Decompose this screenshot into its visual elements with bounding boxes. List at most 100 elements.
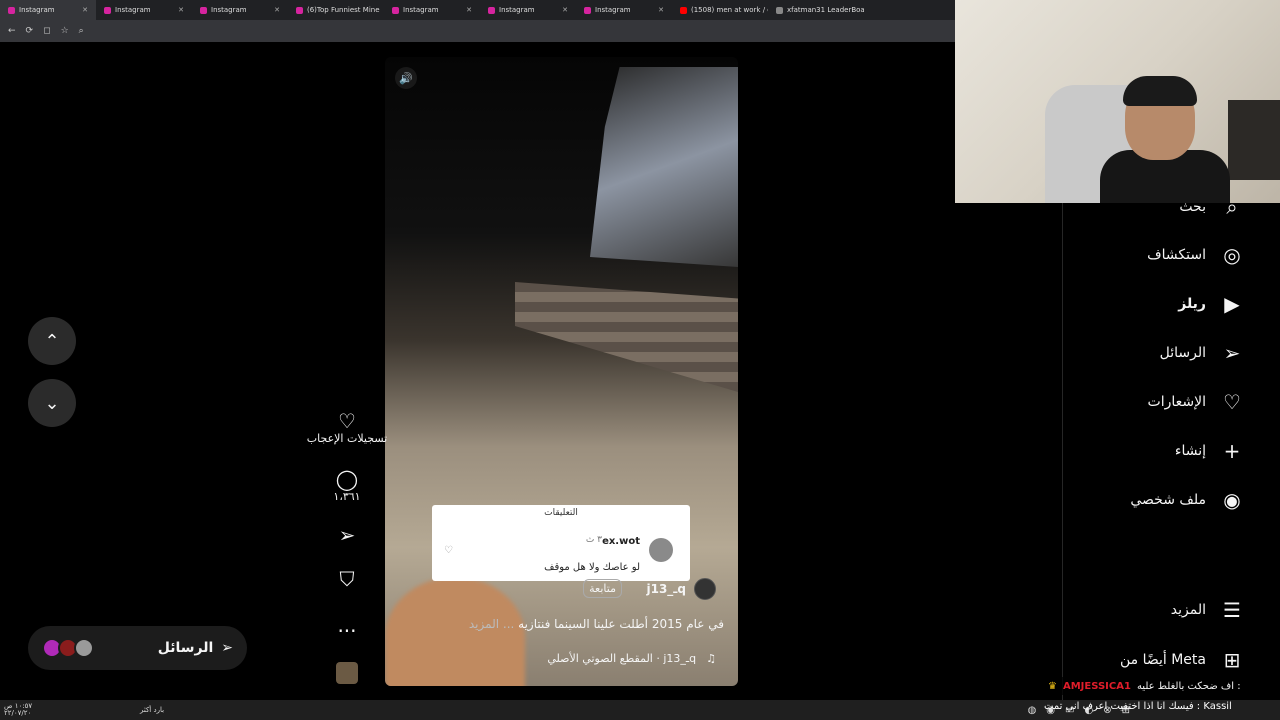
previous-reel-button[interactable]: ⌃ bbox=[28, 317, 76, 365]
close-icon[interactable]: ✕ bbox=[82, 6, 88, 14]
send-icon: ➢ bbox=[1223, 341, 1241, 365]
reload-icon[interactable]: ⟳ bbox=[26, 26, 34, 36]
sidebar-item-label: ملف شخصي bbox=[1130, 492, 1206, 508]
sidebar-item-search[interactable]: بحث ⌕ bbox=[1179, 195, 1244, 219]
follow-button[interactable]: متابعة bbox=[583, 579, 622, 598]
music-icon: ♫ bbox=[706, 652, 716, 665]
stream-chat-message: ♛ AMJESSICA1 اف ضحكت بالغلط عليه : bbox=[1044, 677, 1280, 695]
browser-tab[interactable]: Instagram ✕ bbox=[192, 0, 288, 20]
tab-label: Instagram bbox=[499, 6, 535, 14]
instagram-icon bbox=[584, 6, 591, 14]
sidebar-item-label: استكشاف bbox=[1147, 247, 1206, 263]
tab-label: (6)Top Funniest Mine bbox=[307, 6, 380, 14]
avatar[interactable] bbox=[649, 538, 673, 562]
browser-tab[interactable]: Instagram ✕ bbox=[480, 0, 576, 20]
search-icon: ⌕ bbox=[1226, 195, 1238, 219]
sidebar-item-reels[interactable]: ريلز ▶ bbox=[1178, 292, 1244, 316]
like-action[interactable]: ♡ تسجيلات الإعجاب bbox=[305, 410, 389, 445]
sidebar-item-label: الرسائل bbox=[1159, 345, 1206, 361]
sound-icon[interactable]: 🔊 bbox=[395, 67, 417, 89]
shelf bbox=[1228, 100, 1280, 180]
comment-username[interactable]: ex.wot bbox=[602, 536, 640, 547]
more-action[interactable]: ... bbox=[305, 614, 389, 636]
heart-icon[interactable]: ♡ bbox=[305, 410, 389, 432]
instagram-icon bbox=[8, 6, 15, 14]
chat-username: AMJESSICA1 bbox=[1062, 680, 1131, 692]
youtube-icon bbox=[680, 6, 687, 14]
back-icon[interactable]: ← bbox=[8, 26, 16, 36]
compass-icon: ◎ bbox=[1223, 243, 1241, 267]
close-icon[interactable]: ✕ bbox=[658, 6, 664, 14]
audio-thumbnail[interactable] bbox=[336, 662, 358, 684]
caption[interactable]: في عام 2015 أطلت علينا السينما فنتازيه .… bbox=[469, 617, 724, 631]
sidebar-item-label: أيضًا من Meta bbox=[1119, 652, 1206, 668]
browser-tab[interactable]: (6)Top Funniest Mine✕ bbox=[288, 0, 384, 20]
close-icon[interactable]: ✕ bbox=[178, 6, 184, 14]
chrome-icon[interactable]: ◍ bbox=[1028, 705, 1037, 716]
extensions-icon[interactable]: ◻ bbox=[43, 26, 50, 36]
browser-tab[interactable]: (1508) men at work / c✕ bbox=[672, 0, 768, 20]
chevron-down-icon: ⌄ bbox=[44, 392, 60, 414]
caption-more[interactable]: ... المزيد bbox=[469, 617, 514, 631]
site-icon bbox=[776, 6, 783, 14]
chevron-up-icon: ⌃ bbox=[44, 330, 60, 352]
zoom-icon[interactable]: ⌕ bbox=[79, 26, 84, 36]
tab-label: (1508) men at work / c bbox=[691, 6, 768, 14]
author-avatar[interactable] bbox=[694, 578, 716, 600]
sidebar-item-messages[interactable]: الرسائل ➢ bbox=[1160, 341, 1244, 365]
weather-widget[interactable]: بارد أكثر bbox=[140, 706, 164, 714]
clock-date: ٢٢/٠٧/٢٠ bbox=[4, 709, 32, 717]
more-icon[interactable]: ... bbox=[305, 614, 389, 636]
bookmark-icon[interactable]: ⛉ bbox=[305, 568, 389, 590]
browser-tab[interactable]: Instagram ✕ bbox=[576, 0, 672, 20]
messages-bar[interactable]: الرسائل ➢ bbox=[28, 626, 247, 670]
send-icon[interactable]: ➢ bbox=[305, 524, 389, 546]
sidebar-item-label: المزيد bbox=[1170, 602, 1206, 618]
video-steps bbox=[515, 282, 738, 392]
menu-icon: ☰ bbox=[1223, 598, 1241, 622]
send-icon: ➢ bbox=[221, 640, 233, 656]
star-icon[interactable]: ☆ bbox=[61, 26, 69, 36]
tab-label: Instagram bbox=[595, 6, 631, 14]
next-reel-button[interactable]: ⌄ bbox=[28, 379, 76, 427]
comment-time: ٣ ث bbox=[585, 535, 602, 545]
browser-toolbar: ← ⟳ ◻ ☆ ⌕ bbox=[0, 20, 955, 42]
share-action[interactable]: ➢ bbox=[305, 524, 389, 546]
comment-action[interactable]: ◯ ١،٣٦١ bbox=[305, 468, 389, 503]
instagram-sidebar: بحث ⌕ استكشاف ◎ ريلز ▶ الرسائل ➢ الإشعارات ♡ … bbox=[1062, 195, 1280, 700]
chat-text: اف ضحكت بالغلط عليه : bbox=[1136, 680, 1241, 692]
sidebar-item-create[interactable]: إنشاء + bbox=[1175, 439, 1244, 463]
heart-icon[interactable]: ♡ bbox=[444, 545, 453, 556]
browser-tab[interactable]: Instagram ✕ bbox=[0, 0, 96, 20]
apps-icon: ⊞ bbox=[1223, 648, 1241, 672]
comments-count: ١،٣٦١ bbox=[333, 490, 361, 503]
streamer-hair bbox=[1123, 76, 1197, 106]
audio-thumb[interactable] bbox=[305, 662, 389, 684]
tab-label: xfatman31 LeaderBoa bbox=[787, 6, 864, 14]
sidebar-item-meta[interactable]: أيضًا من Meta ⊞ bbox=[1120, 648, 1244, 672]
audio-link[interactable]: المقطع الصوتي الأصلي · j13_ـq ♫ bbox=[547, 652, 716, 665]
author-name[interactable]: j13_ـq bbox=[646, 582, 686, 596]
avatar bbox=[74, 638, 94, 658]
sidebar-item-more[interactable]: المزيد ☰ bbox=[1171, 598, 1244, 622]
save-action[interactable]: ⛉ bbox=[305, 568, 389, 590]
comment-icon[interactable]: ◯ bbox=[305, 468, 389, 490]
close-icon[interactable]: ✕ bbox=[274, 6, 280, 14]
tab-label: Instagram bbox=[19, 6, 55, 14]
tab-label: Instagram bbox=[115, 6, 151, 14]
caption-text: في عام 2015 أطلت علينا السينما فنتازيه bbox=[518, 617, 724, 631]
audio-label: المقطع الصوتي الأصلي · j13_ـq bbox=[547, 652, 697, 665]
comment-text: لو عاصك ولا هل موقف bbox=[544, 562, 640, 573]
close-icon[interactable]: ✕ bbox=[562, 6, 568, 14]
sidebar-item-profile[interactable]: ملف شخصي ◉ bbox=[1130, 488, 1244, 512]
sidebar-item-explore[interactable]: استكشاف ◎ bbox=[1147, 243, 1244, 267]
plus-icon: + bbox=[1223, 439, 1241, 463]
message-avatars bbox=[42, 638, 94, 658]
close-icon[interactable]: ✕ bbox=[466, 6, 472, 14]
browser-tab[interactable]: Instagram ✕ bbox=[96, 0, 192, 20]
instagram-icon bbox=[200, 6, 207, 14]
browser-tab[interactable]: xfatman31 LeaderBoa bbox=[768, 0, 864, 20]
browser-tab[interactable]: Instagram ✕ bbox=[384, 0, 480, 20]
clock[interactable]: ١٠:٥٧ ص ٢٢/٠٧/٢٠ bbox=[0, 703, 60, 717]
sidebar-item-notifications[interactable]: الإشعارات ♡ bbox=[1148, 390, 1244, 414]
